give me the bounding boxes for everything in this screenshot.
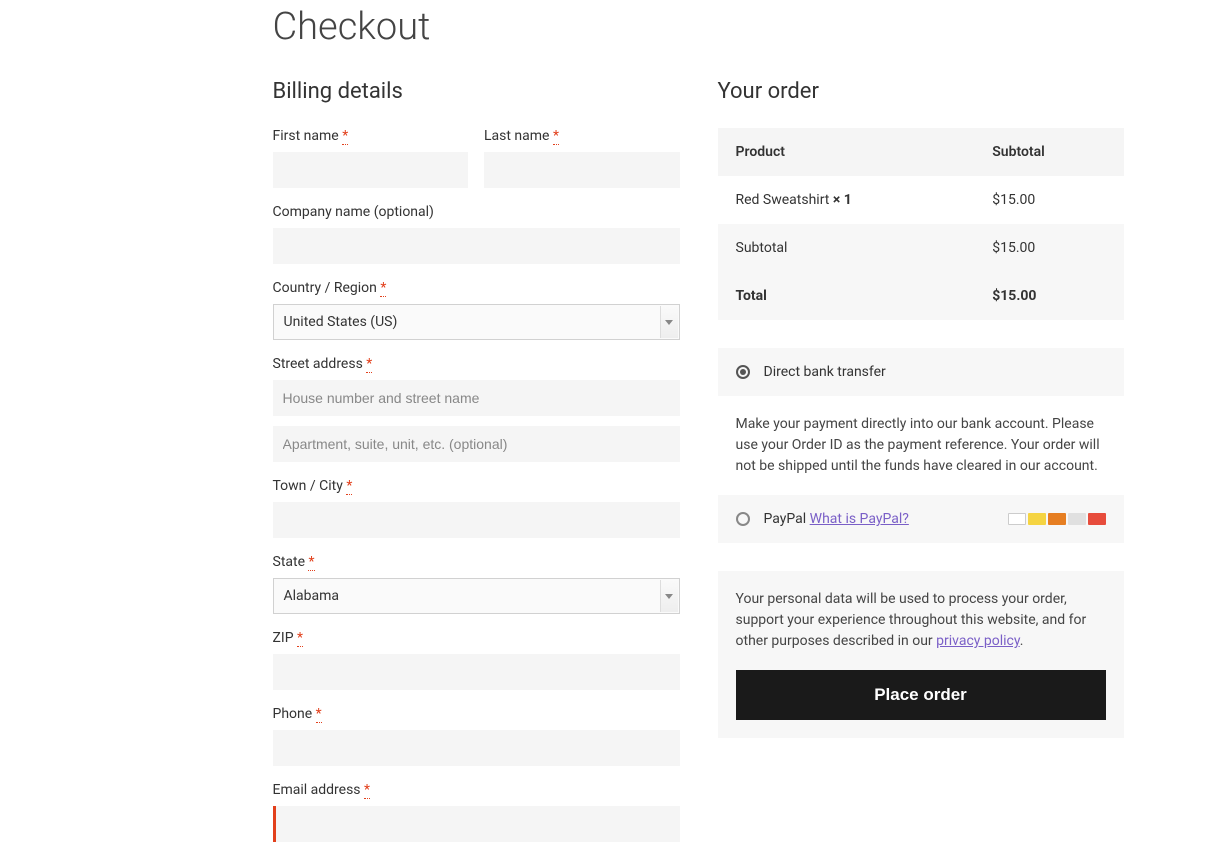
last-name-label: Last name *	[484, 128, 680, 144]
subtotal-label: Subtotal	[718, 224, 975, 272]
company-label: Company name (optional)	[273, 204, 680, 220]
what-is-paypal-link[interactable]: What is PayPal?	[810, 511, 909, 527]
last-name-input[interactable]	[484, 152, 680, 188]
required-mark: *	[366, 356, 372, 373]
order-table: Product Subtotal Red Sweatshirt × 1 $15.…	[718, 128, 1124, 320]
privacy-text: Your personal data will be used to proce…	[736, 589, 1106, 652]
chevron-down-icon	[660, 580, 678, 612]
bank-transfer-description: Make your payment directly into our bank…	[718, 396, 1124, 495]
phone-input[interactable]	[273, 730, 680, 766]
first-name-label: First name *	[273, 128, 469, 144]
first-name-input[interactable]	[273, 152, 469, 188]
total-label: Total	[718, 272, 975, 320]
mastercard-icon	[1048, 513, 1066, 525]
city-input[interactable]	[273, 502, 680, 538]
email-label: Email address *	[273, 782, 680, 798]
required-mark: *	[342, 128, 348, 145]
state-select[interactable]: Alabama	[273, 578, 680, 614]
company-input[interactable]	[273, 228, 680, 264]
street-label: Street address *	[273, 356, 680, 372]
chevron-down-icon	[660, 306, 678, 338]
payment-bank-transfer[interactable]: Direct bank transfer	[718, 348, 1124, 396]
payment-paypal[interactable]: PayPal What is PayPal?	[718, 495, 1124, 543]
order-heading: Your order	[718, 79, 1124, 104]
email-input[interactable]	[273, 806, 680, 842]
required-mark: *	[553, 128, 559, 145]
subtotal-header: Subtotal	[974, 128, 1123, 176]
country-value: United States (US)	[284, 314, 398, 330]
item-price: $15.00	[974, 176, 1123, 224]
total-row: Total $15.00	[718, 272, 1124, 320]
country-select[interactable]: United States (US)	[273, 304, 680, 340]
item-qty: × 1	[833, 192, 852, 208]
required-mark: *	[346, 478, 352, 495]
discover-icon	[1088, 513, 1106, 525]
street-input[interactable]	[273, 380, 680, 416]
billing-heading: Billing details	[273, 79, 680, 104]
paypal-label: PayPal	[764, 511, 810, 527]
item-name: Red Sweatshirt	[736, 192, 833, 208]
zip-label: ZIP *	[273, 630, 680, 646]
table-row: Red Sweatshirt × 1 $15.00	[718, 176, 1124, 224]
visa-icon	[1028, 513, 1046, 525]
required-mark: *	[308, 554, 314, 571]
payment-cards-icon	[1008, 513, 1106, 525]
state-value: Alabama	[284, 588, 340, 604]
required-mark: *	[380, 280, 386, 297]
required-mark: *	[364, 782, 370, 799]
payment-methods: Direct bank transfer Make your payment d…	[718, 348, 1124, 543]
city-label: Town / City *	[273, 478, 680, 494]
required-mark: *	[297, 630, 303, 647]
privacy-box: Your personal data will be used to proce…	[718, 571, 1124, 738]
subtotal-value: $15.00	[974, 224, 1123, 272]
required-mark: *	[316, 706, 322, 723]
place-order-button[interactable]: Place order	[736, 670, 1106, 720]
privacy-policy-link[interactable]: privacy policy	[936, 633, 1020, 649]
country-label: Country / Region *	[273, 280, 680, 296]
product-header: Product	[718, 128, 975, 176]
radio-icon	[736, 512, 750, 526]
zip-input[interactable]	[273, 654, 680, 690]
apartment-input[interactable]	[273, 426, 680, 462]
amex-icon	[1068, 513, 1086, 525]
total-value: $15.00	[974, 272, 1123, 320]
bank-transfer-label: Direct bank transfer	[764, 364, 886, 380]
subtotal-row: Subtotal $15.00	[718, 224, 1124, 272]
state-label: State *	[273, 554, 680, 570]
phone-label: Phone *	[273, 706, 680, 722]
paypal-logo-icon	[1008, 513, 1026, 525]
page-title: Checkout	[273, 5, 1124, 49]
radio-selected-icon	[736, 365, 750, 379]
